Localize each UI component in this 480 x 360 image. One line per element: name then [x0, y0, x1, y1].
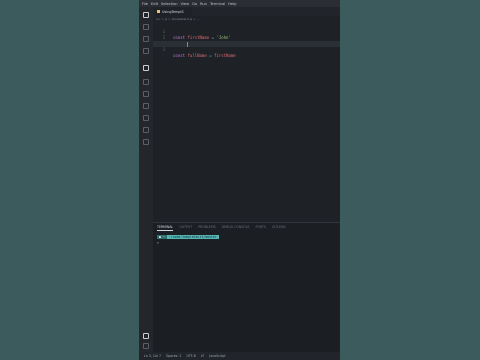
terminal-prompt-segment: ● ~ — [157, 235, 167, 239]
tab-debug-console[interactable]: DEBUG CONSOLE — [222, 225, 250, 231]
breadcrumb[interactable]: src > js > templateLit.js > ... — [156, 17, 199, 21]
status-cursor-position[interactable]: Ln 3, Col 7 — [144, 354, 161, 358]
gitlens-icon[interactable] — [143, 115, 149, 121]
status-bar: Ln 3, Col 7 Spaces: 2 UTF-8 LF JavaScrip… — [139, 352, 340, 360]
editor-tab-label: UsingTemplS — [162, 9, 184, 14]
tab-terminal[interactable]: TERMINAL — [157, 225, 174, 231]
bottom-panel: TERMINAL OUTPUT PROBLEMS DEBUG CONSOLE P… — [153, 222, 340, 353]
settings-gear-icon[interactable] — [143, 343, 149, 349]
menu-view[interactable]: View — [181, 2, 190, 6]
tab-output[interactable]: OUTPUT — [179, 225, 192, 231]
menu-edit[interactable]: Edit — [151, 2, 158, 6]
remote-explorer-icon[interactable] — [143, 79, 149, 85]
code-line-active[interactable]: 3 const fullName = firstName — [153, 41, 340, 58]
menu-run[interactable]: Run — [200, 2, 207, 6]
menu-file[interactable]: File — [142, 2, 148, 6]
account-icon[interactable] — [143, 333, 149, 339]
terminal-prompt-line[interactable]: ● ~ ~/code/templateLit/master — [157, 234, 337, 240]
search-icon[interactable] — [143, 24, 149, 30]
docker-icon[interactable] — [143, 103, 149, 109]
menu-selection[interactable]: Selection — [161, 2, 178, 6]
tab-problems[interactable]: PROBLEMS — [198, 225, 215, 231]
explorer-icon[interactable] — [143, 12, 149, 18]
live-share-icon[interactable] — [143, 127, 149, 133]
editor-tab[interactable]: UsingTemplS — [154, 7, 192, 16]
menu-terminal[interactable]: Terminal — [210, 2, 225, 6]
bookmarks-icon[interactable] — [143, 139, 149, 145]
extensions-icon[interactable] — [143, 65, 149, 71]
status-line-ending[interactable]: LF — [201, 354, 205, 358]
status-language-mode[interactable]: JavaScript — [209, 354, 225, 358]
menu-bar: File Edit Selection View Go Run Terminal… — [139, 0, 340, 7]
tab-ports[interactable]: PORTS — [256, 225, 266, 231]
status-indentation[interactable]: Spaces: 2 — [166, 354, 182, 358]
line-number: 3 — [162, 47, 165, 52]
editor-window: File Edit Selection View Go Run Terminal… — [139, 0, 340, 360]
code-text: const fullName = firstName — [173, 53, 236, 58]
menu-help[interactable]: Help — [228, 2, 236, 6]
javascript-file-icon — [157, 10, 160, 13]
testing-icon[interactable] — [143, 91, 149, 97]
editor-tab-bar: UsingTemplS — [153, 7, 340, 16]
text-cursor — [187, 42, 188, 47]
tab-gitlens[interactable]: GITLENS — [272, 225, 286, 231]
menu-go[interactable]: Go — [192, 2, 197, 6]
terminal-path: ~/code/templateLit/master — [166, 235, 219, 239]
code-editor[interactable]: UsingTemplS src > js > templateLit.js > … — [153, 7, 340, 222]
terminal-input-line[interactable]: > — [157, 240, 159, 246]
activity-bar — [139, 7, 153, 352]
run-debug-icon[interactable] — [143, 48, 149, 54]
status-encoding[interactable]: UTF-8 — [186, 354, 195, 358]
source-control-icon[interactable] — [143, 36, 149, 42]
code-line[interactable]: 2 const lastName = 'Doe' — [153, 29, 340, 46]
panel-tab-bar: TERMINAL OUTPUT PROBLEMS DEBUG CONSOLE P… — [157, 225, 286, 231]
